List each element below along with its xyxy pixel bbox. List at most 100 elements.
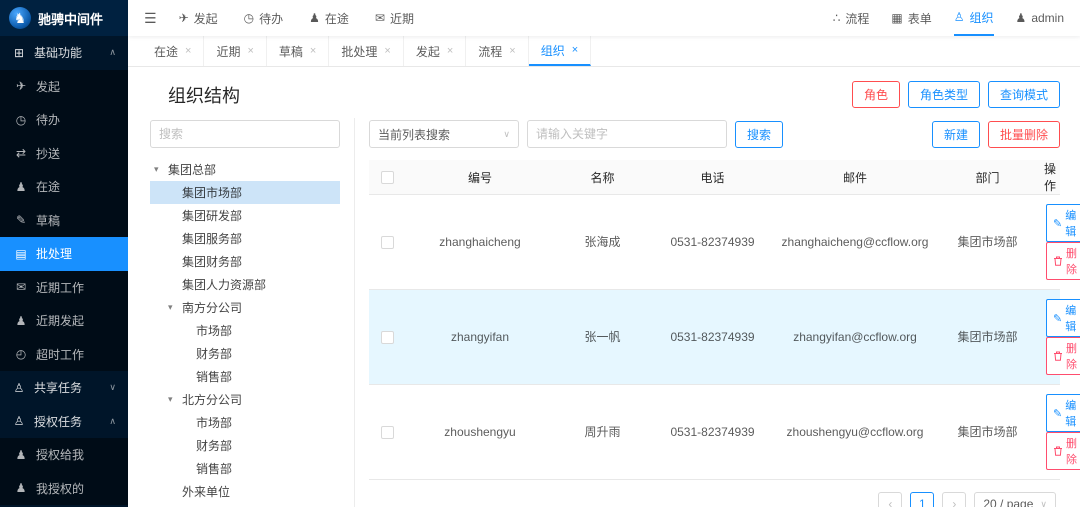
tree-node-external-unit[interactable]: 外来单位 [150, 480, 340, 503]
sidebar-item-label: 授权给我 [36, 446, 84, 463]
sidebar-item-recent-initiate[interactable]: ♟ 近期发起 [0, 304, 128, 338]
close-icon[interactable]: × [185, 45, 191, 57]
tree-node-north-branch[interactable]: ▾ 北方分公司 [150, 388, 340, 411]
tree-node-south-marketing[interactable]: 市场部 [150, 319, 340, 342]
sidebar-group-label: 共享任务 [34, 379, 82, 396]
close-icon[interactable]: × [509, 45, 515, 57]
topnav-recent[interactable]: ✉ 近期 [375, 0, 414, 36]
tree-node-group-hq[interactable]: ▾ 集团总部 [150, 158, 340, 181]
open-tabs-bar: 在途 × 近期 × 草稿 × 批处理 × 发起 × 流程 × [128, 36, 1080, 67]
tree-node-label: 财务部 [196, 437, 232, 454]
edit-label: 编辑 [1065, 207, 1076, 239]
tab-draft[interactable]: 草稿 × [267, 36, 329, 66]
close-icon[interactable]: × [310, 45, 316, 57]
tab-batch-process[interactable]: 批处理 × [329, 36, 403, 66]
sidebar-item-initiate[interactable]: ✈ 发起 [0, 70, 128, 104]
tree-node-south-branch[interactable]: ▾ 南方分公司 [150, 296, 340, 319]
user-menu-admin[interactable]: ♟ admin [1016, 0, 1064, 36]
sidebar-item-overtime-work[interactable]: ◴ 超时工作 [0, 338, 128, 372]
topnav-flow[interactable]: ∴ 流程 [833, 0, 870, 36]
tree-node-label: 财务部 [196, 345, 232, 362]
cell-dept: 集团市场部 [935, 195, 1040, 290]
tree-node-group-marketing[interactable]: 集团市场部 [150, 181, 340, 204]
send-icon: ✈ [14, 79, 28, 93]
sidebar-group-authorized-tasks[interactable]: ♙ 授权任务 ∧ [0, 405, 128, 439]
sidebar-item-recent-work[interactable]: ✉ 近期工作 [0, 271, 128, 305]
sidebar-group-basic-functions[interactable]: ⊞ 基础功能 ∧ [0, 36, 128, 70]
tree-node-label: 集团市场部 [182, 184, 242, 201]
topnav-form[interactable]: ▦ 表单 [891, 0, 931, 36]
row-checkbox[interactable] [381, 236, 394, 249]
user-icon: ♟ [14, 180, 28, 194]
search-button[interactable]: 搜索 [735, 121, 783, 148]
tab-org[interactable]: 组织 × [529, 36, 591, 66]
users-icon: ♙ [12, 414, 26, 428]
create-button[interactable]: 新建 [932, 121, 980, 148]
row-checkbox[interactable] [381, 426, 394, 439]
menu-collapse-icon[interactable]: ☰ [144, 10, 157, 27]
cell-email: zhoushengyu@ccflow.org [775, 385, 935, 480]
close-icon[interactable]: × [447, 45, 453, 57]
sidebar-item-in-transit[interactable]: ♟ 在途 [0, 170, 128, 204]
tree-node-south-sales[interactable]: 销售部 [150, 365, 340, 388]
keyword-input[interactable] [527, 120, 727, 148]
page-size-select[interactable]: 20 / page ∨ [974, 492, 1056, 507]
next-page-button[interactable]: › [942, 492, 966, 507]
tree-node-north-finance[interactable]: 财务部 [150, 434, 340, 457]
sidebar-item-label: 待办 [36, 111, 60, 128]
role-type-button[interactable]: 角色类型 [908, 81, 980, 108]
topnav: ✈ 发起 ◷ 待办 ♟ 在途 ✉ 近期 [179, 0, 414, 36]
tab-recent[interactable]: 近期 × [204, 36, 266, 66]
tree-node-north-marketing[interactable]: 市场部 [150, 411, 340, 434]
tree-node-south-finance[interactable]: 财务部 [150, 342, 340, 365]
query-mode-button[interactable]: 查询模式 [988, 81, 1060, 108]
close-icon[interactable]: × [572, 44, 578, 56]
sidebar-item-batch-process[interactable]: ▤ 批处理 [0, 237, 128, 271]
sidebar-item-todo[interactable]: ◷ 待办 [0, 103, 128, 137]
prev-page-button[interactable]: ‹ [878, 492, 902, 507]
tab-in-transit[interactable]: 在途 × [142, 36, 204, 66]
search-scope-select[interactable]: 当前列表搜索 ∨ [369, 120, 519, 148]
edit-button[interactable]: ✎编辑 [1046, 299, 1080, 337]
tree-expand-icon[interactable]: ▾ [168, 302, 182, 313]
tree-expand-icon[interactable]: ▾ [168, 394, 182, 405]
trash-icon [1053, 351, 1063, 361]
topnav-org[interactable]: ♙ 组织 [954, 0, 994, 36]
sidebar-group-shared-tasks[interactable]: ♙ 共享任务 ∨ [0, 371, 128, 405]
sidebar-item-my-authorized[interactable]: ♟ 我授权的 [0, 472, 128, 506]
select-all-checkbox[interactable] [381, 171, 394, 184]
tree-node-group-hr[interactable]: 集团人力资源部 [150, 273, 340, 296]
role-button[interactable]: 角色 [852, 81, 900, 108]
edit-button[interactable]: ✎编辑 [1046, 204, 1080, 242]
tab-initiate[interactable]: 发起 × [404, 36, 466, 66]
flow-icon: ∴ [833, 11, 841, 25]
table-row: zhoushengyu 周升雨 0531-82374939 zhoushengy… [369, 385, 1060, 480]
tab-flow[interactable]: 流程 × [466, 36, 528, 66]
tree-node-group-finance[interactable]: 集团财务部 [150, 250, 340, 273]
page-number[interactable]: 1 [910, 492, 934, 507]
batch-delete-button[interactable]: 批量删除 [988, 121, 1060, 148]
sidebar-item-cc[interactable]: ⇄ 抄送 [0, 137, 128, 171]
delete-button[interactable]: 删除 [1046, 242, 1080, 280]
delete-button[interactable]: 删除 [1046, 432, 1080, 470]
edit-button[interactable]: ✎编辑 [1046, 394, 1080, 432]
tree-node-north-sales[interactable]: 销售部 [150, 457, 340, 480]
sidebar-item-authorized-to-me[interactable]: ♟ 授权给我 [0, 438, 128, 472]
search-scope-value: 当前列表搜索 [378, 126, 450, 143]
org-tree-panel: ▾ 集团总部 集团市场部 集团研发部 集团服务部 集团财务部 [150, 118, 355, 507]
sidebar-item-draft[interactable]: ✎ 草稿 [0, 204, 128, 238]
close-icon[interactable]: × [384, 45, 390, 57]
tree-search-input[interactable] [150, 120, 340, 148]
topnav-in-transit[interactable]: ♟ 在途 [309, 0, 349, 36]
tree-expand-icon[interactable]: ▾ [154, 164, 168, 175]
row-checkbox[interactable] [381, 331, 394, 344]
pencil-icon: ✎ [1053, 407, 1062, 420]
tree-node-group-service[interactable]: 集团服务部 [150, 227, 340, 250]
delete-button[interactable]: 删除 [1046, 337, 1080, 375]
close-icon[interactable]: × [247, 45, 253, 57]
topnav-initiate[interactable]: ✈ 发起 [179, 0, 218, 36]
tree-node-group-rnd[interactable]: 集团研发部 [150, 204, 340, 227]
topnav-todo[interactable]: ◷ 待办 [244, 0, 284, 36]
toolbar-right: 新建 批量删除 [932, 121, 1060, 148]
col-header-actions: 操作 [1040, 160, 1060, 195]
